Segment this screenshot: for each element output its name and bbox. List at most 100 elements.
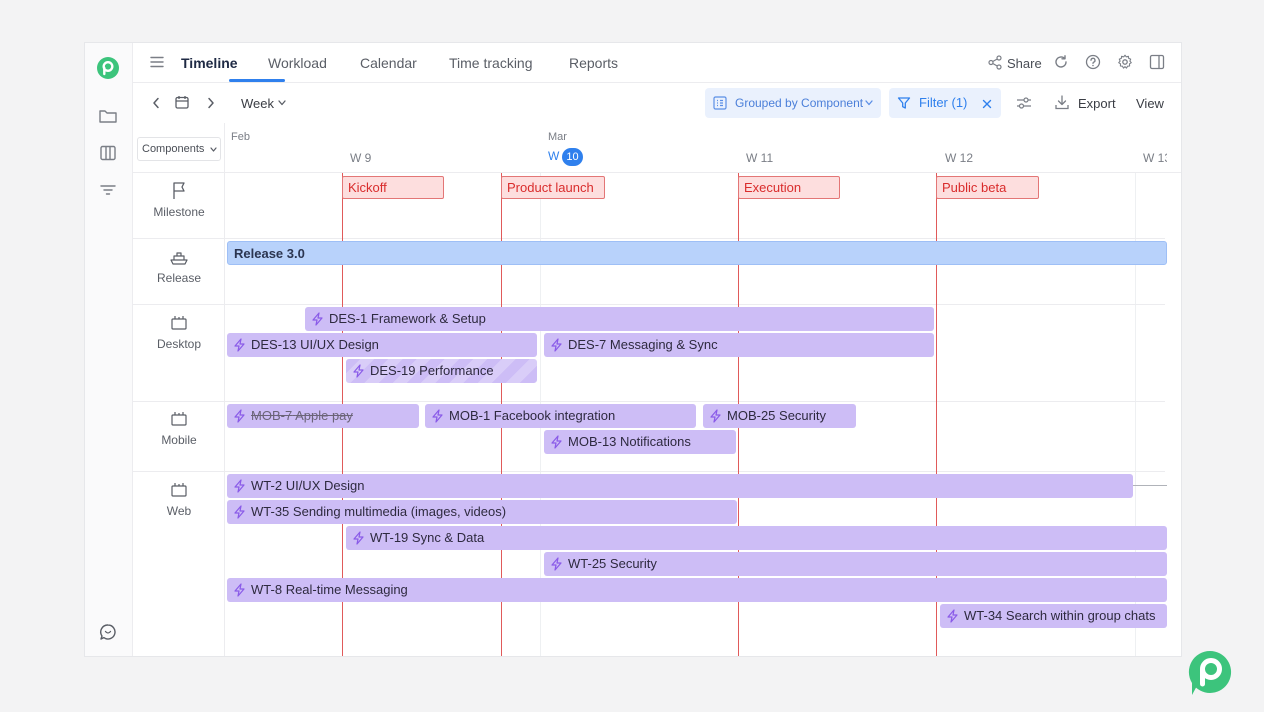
calendar-icon[interactable] — [175, 95, 189, 109]
view-button[interactable]: View — [1136, 96, 1164, 111]
current-week-label: W 10 — [548, 148, 583, 166]
bolt-icon — [710, 409, 721, 423]
release-bar[interactable]: Release 3.0 — [227, 241, 1167, 265]
task-bar[interactable]: DES-13 UI/UX Design — [227, 333, 537, 357]
filter-lines-icon[interactable] — [97, 179, 119, 201]
task-title: UI/UX Design — [285, 478, 365, 493]
milestone-public-beta[interactable]: Public beta — [936, 176, 1039, 199]
task-title: Messaging & Sync — [609, 337, 718, 352]
sliders-icon[interactable] — [1016, 96, 1032, 110]
task-id: MOB-1 — [449, 408, 491, 423]
components-select-label: Components — [142, 143, 205, 155]
row-separator — [133, 238, 1165, 239]
task-bar[interactable]: WT-25 Security — [544, 552, 1167, 576]
task-bar[interactable]: WT-8 Real-time Messaging — [227, 578, 1167, 602]
app-logo-icon[interactable] — [96, 56, 120, 80]
filter-label: Filter (1) — [919, 95, 968, 110]
help-icon[interactable] — [1085, 54, 1101, 70]
list-icon — [713, 96, 727, 110]
brand-logo-icon — [1188, 650, 1232, 695]
row-label-release: Release — [133, 247, 225, 285]
task-bar[interactable]: MOB-13 Notifications — [544, 430, 736, 454]
task-id: DES-7 — [568, 337, 607, 352]
tab-workload[interactable]: Workload — [268, 55, 327, 71]
row-separator — [133, 401, 1165, 402]
panel-toggle-icon[interactable] — [1149, 54, 1165, 70]
week-label: W 13 — [1143, 151, 1167, 165]
task-bar[interactable]: MOB-1 Facebook integration — [425, 404, 696, 428]
bolt-icon — [234, 505, 245, 519]
week-label: W 12 — [945, 151, 974, 165]
task-bar[interactable]: WT-35 Sending multimedia (images, videos… — [227, 500, 737, 524]
filter-button[interactable]: Filter (1) — [889, 88, 1001, 118]
chevron-left-icon[interactable] — [152, 97, 160, 109]
timeline-grid: Components Feb Mar W 9 W 10 W 11 W 12 W 1… — [133, 123, 1181, 656]
scale-select[interactable]: Week — [241, 96, 274, 111]
task-title: Search within group chats — [1005, 608, 1156, 623]
chat-icon[interactable] — [97, 621, 119, 643]
row-separator — [133, 471, 1165, 472]
component-icon — [171, 483, 187, 497]
export-button[interactable]: Export — [1078, 96, 1116, 111]
bolt-icon — [312, 312, 323, 326]
month-label: Mar — [548, 131, 567, 143]
row-label-milestone: Milestone — [133, 181, 225, 219]
task-title: Notifications — [620, 434, 691, 449]
milestone-execution[interactable]: Execution — [738, 176, 840, 199]
tab-calendar[interactable]: Calendar — [360, 55, 417, 71]
task-bar[interactable]: WT-19 Sync & Data — [346, 526, 1167, 550]
task-title: Security — [779, 408, 826, 423]
task-bar[interactable]: DES-19 Performance — [346, 359, 537, 383]
share-icon[interactable] — [988, 55, 1002, 70]
row-label-text: Milestone — [153, 205, 205, 219]
menu-icon[interactable] — [150, 56, 164, 68]
task-bar[interactable]: WT-2 UI/UX Design — [227, 474, 1133, 498]
task-title: Sending multimedia (images, videos) — [292, 504, 507, 519]
funnel-icon — [897, 97, 911, 109]
group-by-button[interactable]: Grouped by Component — [705, 88, 881, 118]
chevron-right-icon[interactable] — [207, 97, 215, 109]
task-title: UI/UX Design — [300, 337, 379, 352]
task-bar[interactable]: DES-7 Messaging & Sync — [544, 333, 934, 357]
chevron-down-icon — [210, 147, 217, 152]
tab-time-tracking[interactable]: Time tracking — [449, 55, 533, 71]
bolt-icon — [551, 338, 562, 352]
task-title: Real-time Messaging — [285, 582, 408, 597]
refresh-icon[interactable] — [1053, 54, 1069, 70]
bolt-icon — [353, 531, 364, 545]
task-title: Framework & Setup — [370, 311, 486, 326]
task-bar-completed[interactable]: MOB-7 Apple pay — [227, 404, 419, 428]
milestone-product-launch[interactable]: Product launch — [501, 176, 605, 199]
week-label: W 9 — [350, 151, 372, 165]
task-bar[interactable]: DES-1 Framework & Setup — [305, 307, 934, 331]
close-icon[interactable] — [982, 99, 992, 109]
task-id: DES-1 — [329, 311, 368, 326]
ship-icon — [170, 252, 188, 265]
milestone-kickoff[interactable]: Kickoff — [342, 176, 444, 199]
task-bar[interactable]: WT-34 Search within group chats — [940, 604, 1167, 628]
bolt-icon — [234, 409, 245, 423]
chevron-down-icon[interactable] — [278, 100, 286, 106]
board-icon[interactable] — [97, 142, 119, 164]
components-select[interactable]: Components — [137, 137, 221, 161]
share-button[interactable]: Share — [1007, 56, 1042, 71]
task-id: WT-19 — [370, 530, 409, 545]
bolt-icon — [947, 609, 958, 623]
tab-timeline[interactable]: Timeline — [181, 55, 238, 71]
row-label-text: Desktop — [156, 337, 202, 351]
task-id: DES-19 — [370, 363, 416, 378]
task-id: WT-34 — [964, 608, 1003, 623]
tab-reports[interactable]: Reports — [569, 55, 618, 71]
download-icon[interactable] — [1055, 95, 1069, 110]
left-rail — [85, 43, 133, 656]
chevron-down-icon — [865, 100, 873, 106]
task-bar[interactable]: MOB-25 Security — [703, 404, 856, 428]
bolt-icon — [234, 338, 245, 352]
settings-gear-icon[interactable] — [1117, 54, 1133, 70]
task-id: MOB-7 — [251, 408, 293, 423]
component-icon — [171, 412, 187, 426]
task-title: Sync & Data — [411, 530, 485, 545]
row-label-text: Web — [166, 504, 192, 518]
task-title: Performance — [419, 363, 494, 378]
folder-icon[interactable] — [97, 105, 119, 127]
